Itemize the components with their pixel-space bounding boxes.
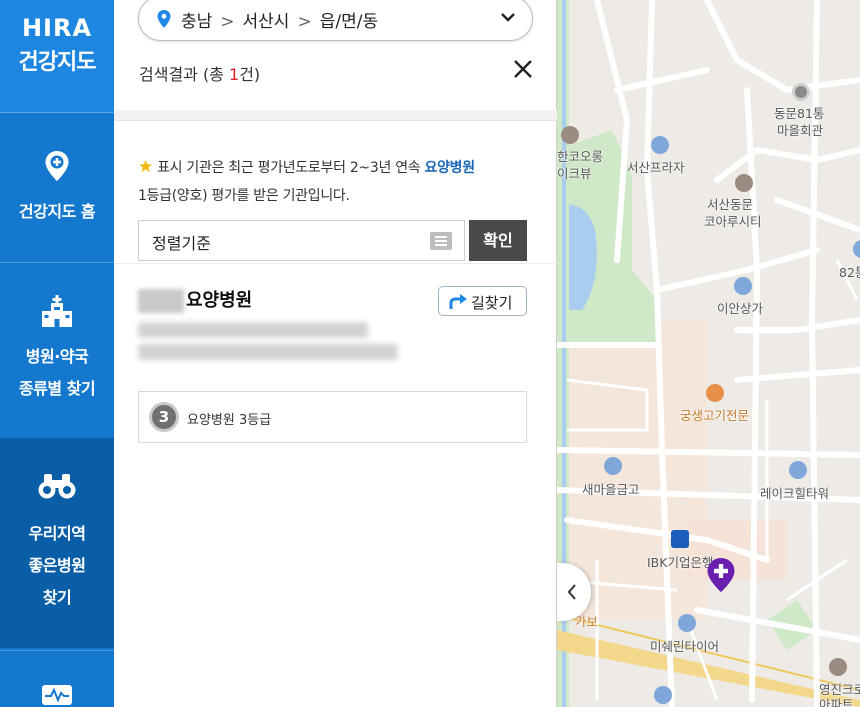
nav-item-label-line3: 찾기	[42, 588, 72, 607]
map-label: 서산프라자	[627, 160, 685, 175]
section-divider	[114, 110, 557, 121]
chevron-down-icon	[501, 13, 515, 22]
map-label: 궁생고기전문	[680, 408, 750, 423]
list-divider	[114, 263, 557, 264]
hospital-building-icon	[42, 295, 72, 327]
map-label: 이크뷰	[557, 166, 592, 181]
redacted-address	[138, 322, 368, 338]
map-label: 레이크힐타워	[760, 486, 830, 501]
grade-text: 요양병원 3등급	[187, 413, 272, 428]
shopping-icon[interactable]	[654, 686, 672, 704]
result-prefix: 검색결과 (총	[139, 65, 230, 84]
nav-item-good-hospitals[interactable]: 우리지역 좋은병원 찾기	[0, 438, 114, 648]
health-chart-icon	[42, 685, 72, 705]
nav-item-label-line2: 좋은병원	[28, 556, 86, 575]
confirm-button[interactable]: 확인	[469, 220, 527, 261]
map-label: 마을회관	[777, 123, 824, 138]
bank-logo-icon[interactable]	[671, 530, 689, 548]
shopping-icon[interactable]	[789, 461, 807, 479]
apartment-icon[interactable]	[561, 126, 579, 144]
chevron-left-icon	[567, 584, 576, 600]
hospital-name-text: 요양병원	[186, 290, 253, 311]
map-label: 새마을금고	[582, 482, 640, 497]
apartment-icon[interactable]	[829, 658, 847, 676]
region-path: 충남 > 서산시 > 읍/면/동	[181, 7, 378, 32]
star-icon: ★	[138, 157, 153, 177]
redacted-address	[138, 344, 398, 360]
bank-icon[interactable]	[604, 457, 622, 475]
map-pin-icon	[45, 151, 69, 181]
location-pin-icon	[157, 10, 171, 28]
hira-logo[interactable]: HIRA 건강지도	[0, 0, 114, 113]
map-label: IBK기업은행	[647, 555, 714, 570]
nav-item-hospital-type[interactable]: 병원·약국 종류별 찾기	[0, 262, 114, 438]
map-label: 82통	[839, 265, 860, 280]
notice-text-part1: 표시 기관은 최근 평가년도로부터 2~3년 연속	[152, 160, 425, 176]
notice-highlight: 요양병원	[424, 160, 476, 176]
nav-item-label: 건강지도 홈	[18, 202, 96, 221]
sort-label: 정렬기준	[152, 234, 211, 253]
tire-shop-icon[interactable]	[678, 614, 696, 632]
region-town[interactable]: 읍/면/동	[320, 12, 378, 32]
close-icon[interactable]	[511, 57, 535, 81]
redacted-text	[138, 289, 184, 313]
logo-text-hira: HIRA	[21, 14, 93, 42]
grade-info-box: 3 요양병원 3등급	[138, 391, 527, 443]
map-label: 아파트	[819, 697, 854, 707]
directions-button[interactable]: 길찾기	[438, 286, 527, 316]
region-separator: >	[220, 12, 235, 32]
search-result-panel: 충남 > 서산시 > 읍/면/동 검색결과 (총 1건) ★ 표시 기관은 최근 평가년…	[114, 0, 557, 707]
directions-label: 길찾기	[471, 294, 513, 312]
hospital-name[interactable]: 요양병원	[138, 286, 252, 313]
side-nav: HIRA 건강지도 건강지도 홈 병원·약국 종류별 찾기 우리지역 좋은병원 …	[0, 0, 114, 707]
list-icon	[430, 232, 452, 250]
sort-select[interactable]: 정렬기준	[138, 220, 465, 261]
apartment-icon[interactable]	[735, 174, 753, 192]
logo-text-health-map: 건강지도	[18, 50, 97, 75]
region-city[interactable]: 서산시	[243, 12, 290, 32]
nav-item-label-line1: 우리지역	[28, 524, 86, 543]
binoculars-icon	[38, 474, 76, 499]
map-view[interactable]: 동문81통 마을회관 한코오롱 이크뷰 서산프라자 서산동문 코아루시티 82통…	[557, 0, 860, 707]
grade-badge: 3	[149, 402, 179, 432]
community-center-icon[interactable]	[792, 83, 810, 101]
hospital-marker-icon[interactable]	[706, 557, 736, 593]
restaurant-icon[interactable]	[706, 384, 724, 402]
notice-text-part2: 1등급(양호) 평가를 받은 기관입니다.	[138, 188, 350, 204]
shopping-icon[interactable]	[734, 277, 752, 295]
map-label: 이안상가	[717, 301, 764, 316]
map-label: 미쉐린타이어	[650, 639, 720, 654]
nav-item-home[interactable]: 건강지도 홈	[0, 114, 114, 262]
nav-item-label-line2: 종류별 찾기	[18, 379, 96, 398]
region-province[interactable]: 충남	[181, 12, 212, 32]
region-selector[interactable]: 충남 > 서산시 > 읍/면/동	[138, 0, 533, 41]
notice-text: ★ 표시 기관은 최근 평가년도로부터 2~3년 연속 요양병원 1등급(양호)…	[138, 153, 538, 210]
shopping-icon[interactable]	[651, 136, 669, 154]
map-label: 코아루시티	[704, 214, 762, 229]
result-suffix: 건)	[239, 65, 261, 84]
nav-item-label-line1: 병원·약국	[25, 347, 89, 366]
nav-item-health-info[interactable]	[0, 650, 114, 707]
directions-arrow-icon	[449, 294, 467, 309]
region-separator: >	[297, 12, 312, 32]
result-count: 1	[229, 65, 240, 84]
result-count-title: 검색결과 (총 1건)	[139, 61, 260, 85]
